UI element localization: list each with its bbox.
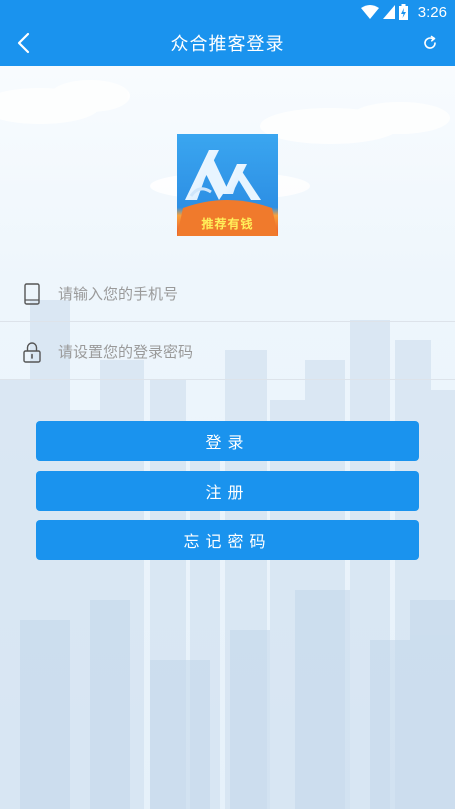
refresh-icon xyxy=(422,35,438,55)
password-input[interactable] xyxy=(58,333,439,370)
status-bar: 3:26 xyxy=(0,0,455,24)
app-bar: 众合推客登录 xyxy=(0,24,455,66)
register-button[interactable]: 注册 xyxy=(36,471,419,511)
app-logo: 推荐有钱 xyxy=(177,134,278,236)
wifi-icon xyxy=(360,5,379,19)
phone-input[interactable] xyxy=(58,275,439,312)
logo-text: 推荐有钱 xyxy=(201,217,254,231)
page-title: 众合推客登录 xyxy=(170,34,285,55)
login-button[interactable]: 登录 xyxy=(36,421,419,461)
forgot-password-button[interactable]: 忘记密码 xyxy=(36,520,419,560)
lock-icon xyxy=(20,340,44,364)
status-time: 3:26 xyxy=(417,3,447,21)
refresh-button[interactable] xyxy=(415,30,445,60)
phone-icon xyxy=(20,282,44,306)
phone-field-row xyxy=(0,266,455,322)
battery-charging-icon xyxy=(398,4,408,20)
signal-icon xyxy=(382,5,395,19)
password-field-row xyxy=(0,324,455,380)
